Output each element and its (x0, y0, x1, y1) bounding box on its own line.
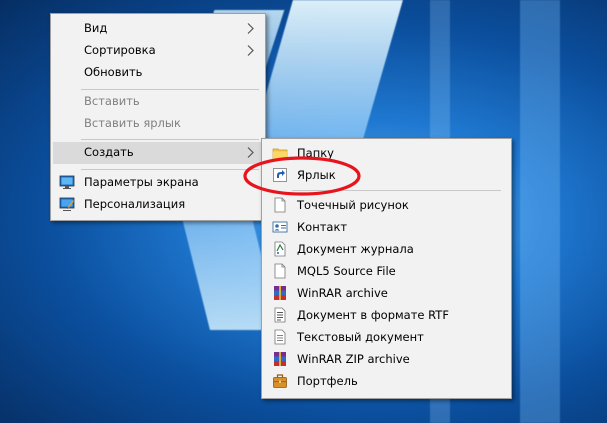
menu-separator (81, 89, 259, 90)
menu-item-label: Вид (84, 21, 108, 35)
submenu-item-winrar-zip[interactable]: WinRAR ZIP archive (264, 349, 509, 370)
contact-icon (272, 221, 288, 233)
personalization-icon (59, 197, 75, 211)
submenu-item-rtf[interactable]: Документ в формате RTF (264, 305, 509, 326)
chevron-right-icon (247, 45, 254, 56)
submenu-item-briefcase[interactable]: Портфель (264, 371, 509, 392)
menu-item-label: Портфель (297, 374, 358, 388)
wallpaper-light-beam (520, 0, 560, 423)
menu-item-label: Вставить ярлык (84, 116, 181, 130)
annotation-ellipse (243, 156, 361, 196)
menu-item-label: Параметры экрана (84, 175, 199, 189)
menu-item-label: Обновить (84, 65, 143, 79)
menu-item-label: Документ журнала (297, 242, 414, 256)
menu-item-label: Контакт (297, 220, 348, 234)
menu-item-label: Персонализация (84, 197, 186, 211)
winrar-icon (274, 286, 286, 300)
menu-item-paste[interactable]: Вставить (53, 91, 263, 112)
text-document-icon (274, 329, 286, 345)
display-settings-icon (59, 175, 75, 189)
menu-item-display-settings[interactable]: Параметры экрана (53, 172, 263, 193)
menu-item-personalization[interactable]: Персонализация (53, 194, 263, 215)
briefcase-icon (273, 374, 287, 388)
menu-item-label: WinRAR archive (297, 286, 388, 300)
submenu-item-journal[interactable]: Документ журнала (264, 239, 509, 260)
desktop-context-menu: Вид Сортировка Обновить Вставить Вставит… (50, 13, 266, 221)
rtf-document-icon (274, 307, 286, 323)
menu-item-label: Вставить (84, 94, 140, 108)
blank-file-icon (274, 263, 286, 279)
menu-item-label: Точечный рисунок (297, 198, 409, 212)
submenu-item-winrar[interactable]: WinRAR archive (264, 283, 509, 304)
menu-item-label: Создать (84, 145, 134, 159)
menu-item-label: Текстовый документ (297, 330, 424, 344)
winrar-zip-icon (274, 352, 286, 366)
menu-separator (81, 169, 259, 170)
submenu-item-text-document[interactable]: Текстовый документ (264, 327, 509, 348)
menu-item-view[interactable]: Вид (53, 18, 263, 39)
bitmap-file-icon (274, 197, 286, 213)
menu-item-create[interactable]: Создать (53, 142, 263, 164)
menu-item-sort[interactable]: Сортировка (53, 40, 263, 61)
submenu-item-contact[interactable]: Контакт (264, 217, 509, 238)
menu-item-label: MQL5 Source File (297, 264, 396, 278)
journal-document-icon (274, 241, 286, 257)
submenu-item-bitmap[interactable]: Точечный рисунок (264, 195, 509, 216)
menu-separator (81, 139, 259, 140)
chevron-right-icon (247, 23, 254, 34)
menu-item-label: Документ в формате RTF (297, 308, 449, 322)
submenu-item-mql5[interactable]: MQL5 Source File (264, 261, 509, 282)
menu-item-refresh[interactable]: Обновить (53, 62, 263, 83)
menu-item-label: Сортировка (84, 43, 156, 57)
menu-item-paste-shortcut[interactable]: Вставить ярлык (53, 113, 263, 134)
menu-item-label: WinRAR ZIP archive (297, 352, 410, 366)
